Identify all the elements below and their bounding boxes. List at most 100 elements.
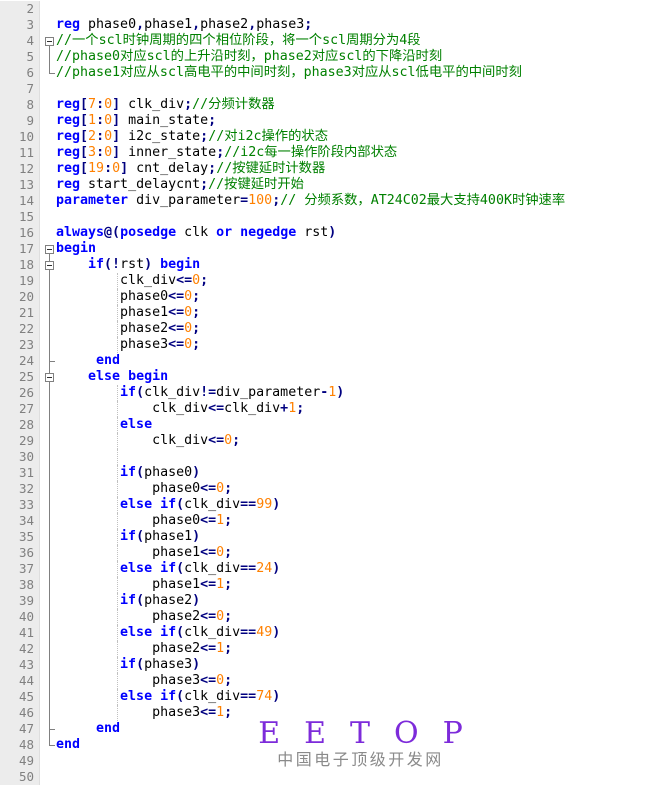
code-text[interactable] xyxy=(56,1,651,17)
code-text[interactable]: phase2<=0; xyxy=(56,321,651,337)
line-number[interactable]: 42 xyxy=(0,641,40,657)
line-number[interactable]: 30 xyxy=(0,449,40,465)
code-text[interactable]: if(phase0) xyxy=(56,465,651,481)
fold-collapse-icon[interactable] xyxy=(45,37,54,46)
code-text[interactable]: phase1<=0; xyxy=(56,545,651,561)
line-number[interactable]: 19 xyxy=(0,273,40,289)
code-text[interactable]: end xyxy=(56,721,651,737)
line-number[interactable]: 43 xyxy=(0,657,40,673)
code-text[interactable]: //phase1对应从scl高电平的中间时刻，phase3对应从scl低电平的中… xyxy=(56,65,651,81)
code-editor[interactable]: 2 3 reg phase0,phase1,phase2,phase3; 4 //一个s… xyxy=(0,1,651,785)
line-number[interactable]: 35 xyxy=(0,529,40,545)
line-number[interactable]: 13 xyxy=(0,177,40,193)
code-text[interactable]: else if(clk_div==99) xyxy=(56,497,651,513)
line-number[interactable]: 39 xyxy=(0,593,40,609)
code-text[interactable]: reg phase0,phase1,phase2,phase3; xyxy=(56,17,651,33)
code-text[interactable]: reg[1:0] main_state; xyxy=(56,113,651,129)
code-text[interactable] xyxy=(56,769,651,785)
line-number[interactable]: 25 xyxy=(0,369,40,385)
code-text[interactable]: phase1<=1; xyxy=(56,577,651,593)
line-number[interactable]: 7 xyxy=(0,81,40,97)
line-number[interactable]: 44 xyxy=(0,673,40,689)
code-text[interactable]: else if(clk_div==74) xyxy=(56,689,651,705)
code-text[interactable]: phase0<=0; xyxy=(56,481,651,497)
line-number[interactable]: 34 xyxy=(0,513,40,529)
line-number[interactable]: 9 xyxy=(0,113,40,129)
code-text[interactable]: phase3<=0; xyxy=(56,673,651,689)
line-number[interactable]: 37 xyxy=(0,561,40,577)
line-number[interactable]: 26 xyxy=(0,385,40,401)
line-number[interactable]: 22 xyxy=(0,321,40,337)
code-text[interactable]: //phase0对应scl的上升沿时刻，phase2对应scl的下降沿时刻 xyxy=(56,49,651,65)
line-number[interactable]: 40 xyxy=(0,609,40,625)
line-number[interactable]: 11 xyxy=(0,145,40,161)
code-text[interactable]: if(phase3) xyxy=(56,657,651,673)
code-text[interactable] xyxy=(56,753,651,769)
line-number[interactable]: 3 xyxy=(0,17,40,33)
code-text[interactable]: else begin xyxy=(56,369,651,385)
fold-collapse-icon[interactable] xyxy=(45,261,54,270)
code-text[interactable] xyxy=(56,81,651,97)
line-number[interactable]: 18 xyxy=(0,257,40,273)
code-text[interactable]: phase1<=0; xyxy=(56,305,651,321)
code-text[interactable]: phase0<=0; xyxy=(56,289,651,305)
code-text[interactable]: clk_div<=0; xyxy=(56,433,651,449)
code-text[interactable]: if(phase1) xyxy=(56,529,651,545)
code-text[interactable]: phase2<=0; xyxy=(56,609,651,625)
line-number[interactable]: 4 xyxy=(0,33,40,49)
line-number[interactable]: 46 xyxy=(0,705,40,721)
line-number[interactable]: 12 xyxy=(0,161,40,177)
code-text[interactable]: always@(posedge clk or negedge rst) xyxy=(56,225,651,241)
line-number[interactable]: 48 xyxy=(0,737,40,753)
line-number[interactable]: 16 xyxy=(0,225,40,241)
line-number[interactable]: 24 xyxy=(0,353,40,369)
code-text[interactable]: reg[2:0] i2c_state;//对i2c操作的状态 xyxy=(56,129,651,145)
line-number[interactable]: 5 xyxy=(0,49,40,65)
line-number[interactable]: 33 xyxy=(0,497,40,513)
code-text[interactable]: begin xyxy=(56,241,651,257)
line-number[interactable]: 36 xyxy=(0,545,40,561)
line-number[interactable]: 2 xyxy=(0,1,40,17)
line-number[interactable]: 8 xyxy=(0,97,40,113)
line-number[interactable]: 50 xyxy=(0,769,40,785)
line-number[interactable]: 17 xyxy=(0,241,40,257)
code-text[interactable]: reg[7:0] clk_div;//分频计数器 xyxy=(56,97,651,113)
code-text[interactable]: clk_div<=0; xyxy=(56,273,651,289)
line-number[interactable]: 45 xyxy=(0,689,40,705)
line-number[interactable]: 28 xyxy=(0,417,40,433)
code-text[interactable]: if(clk_div!=div_parameter-1) xyxy=(56,385,651,401)
fold-collapse-icon[interactable] xyxy=(45,245,54,254)
code-text[interactable]: phase3<=1; xyxy=(56,705,651,721)
line-number[interactable]: 21 xyxy=(0,305,40,321)
code-text[interactable]: else if(clk_div==24) xyxy=(56,561,651,577)
line-number[interactable]: 14 xyxy=(0,193,40,209)
line-number[interactable]: 31 xyxy=(0,465,40,481)
line-number[interactable]: 49 xyxy=(0,753,40,769)
code-text[interactable]: if(phase2) xyxy=(56,593,651,609)
code-text[interactable]: reg[19:0] cnt_delay;//按键延时计数器 xyxy=(56,161,651,177)
line-number[interactable]: 38 xyxy=(0,577,40,593)
code-text[interactable]: else xyxy=(56,417,651,433)
code-text[interactable]: //一个scl时钟周期的四个相位阶段，将一个scl周期分为4段 xyxy=(56,33,651,49)
line-number[interactable]: 47 xyxy=(0,721,40,737)
code-text[interactable]: end xyxy=(56,353,651,369)
code-text[interactable]: reg[3:0] inner_state;//i2c每一操作阶段内部状态 xyxy=(56,145,651,161)
code-text[interactable]: phase2<=1; xyxy=(56,641,651,657)
line-number[interactable]: 15 xyxy=(0,209,40,225)
code-text[interactable]: end xyxy=(56,737,651,753)
code-text[interactable]: if(!rst) begin xyxy=(56,257,651,273)
code-text[interactable]: else if(clk_div==49) xyxy=(56,625,651,641)
code-text[interactable]: clk_div<=clk_div+1; xyxy=(56,401,651,417)
line-number[interactable]: 20 xyxy=(0,289,40,305)
line-number[interactable]: 41 xyxy=(0,625,40,641)
fold-collapse-icon[interactable] xyxy=(45,373,54,382)
line-number[interactable]: 23 xyxy=(0,337,40,353)
line-number[interactable]: 32 xyxy=(0,481,40,497)
code-text[interactable]: phase3<=0; xyxy=(56,337,651,353)
code-text[interactable] xyxy=(56,209,651,225)
line-number[interactable]: 29 xyxy=(0,433,40,449)
line-number[interactable]: 27 xyxy=(0,401,40,417)
code-text[interactable]: reg start_delaycnt;//按键延时开始 xyxy=(56,177,651,193)
code-text[interactable] xyxy=(56,449,651,465)
code-text[interactable]: phase0<=1; xyxy=(56,513,651,529)
